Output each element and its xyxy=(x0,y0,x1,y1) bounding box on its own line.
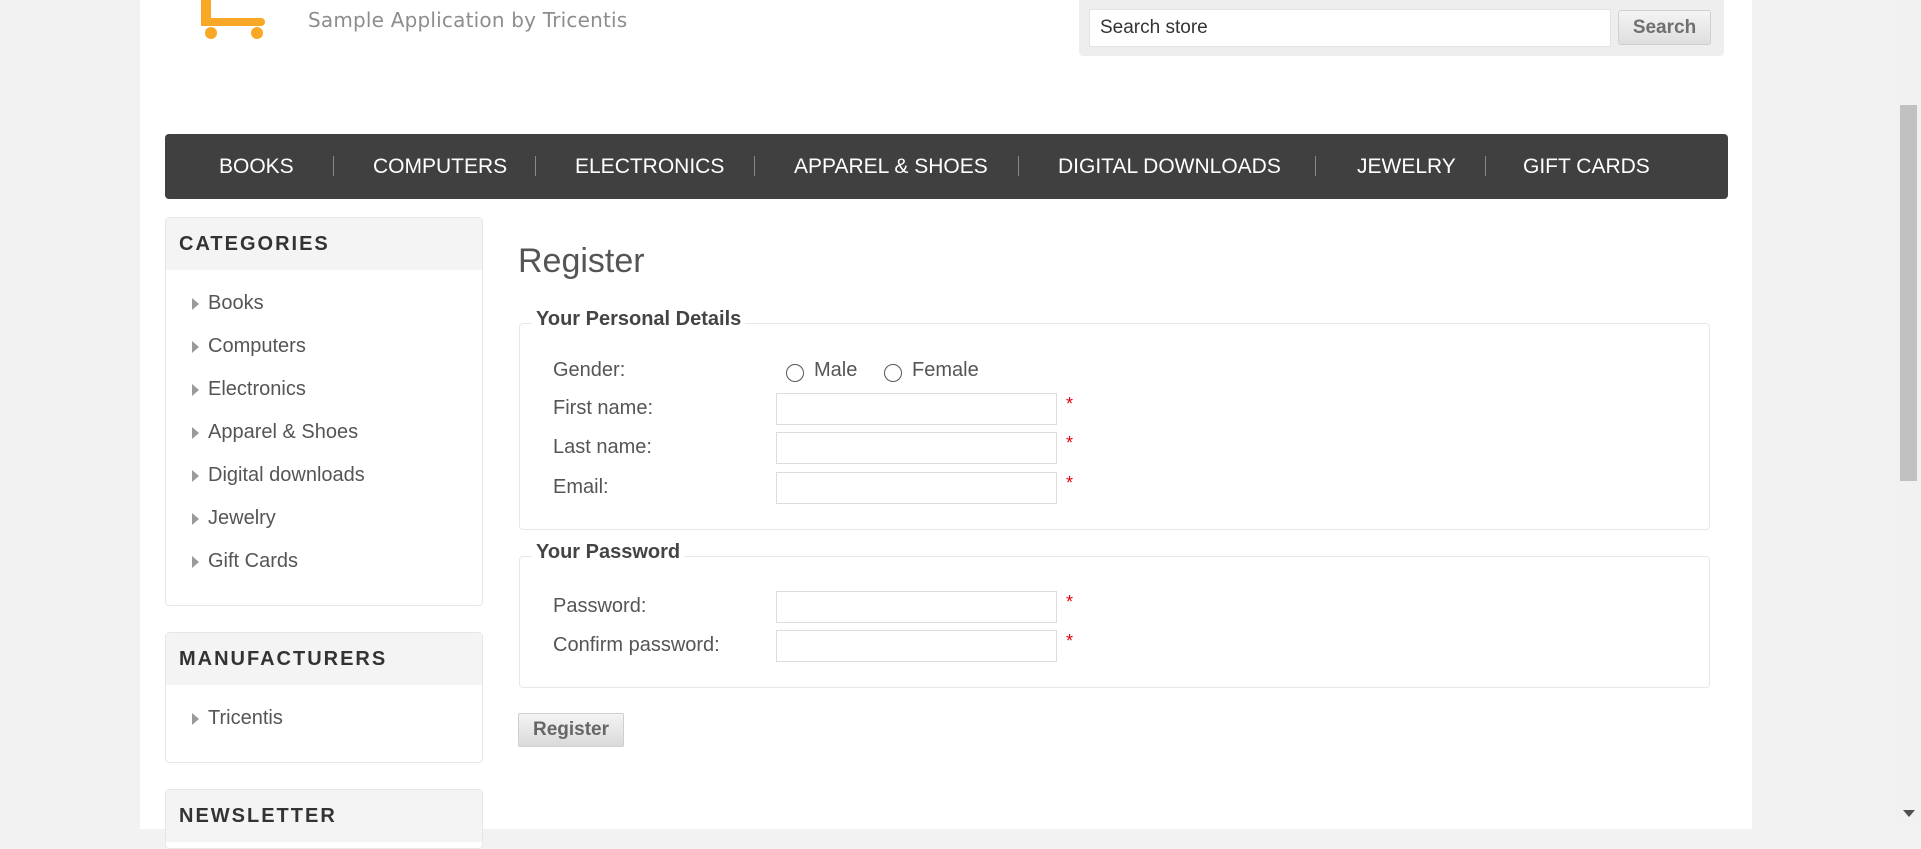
category-item-digital-downloads[interactable]: Digital downloads xyxy=(166,454,482,497)
category-item-apparel-shoes[interactable]: Apparel & Shoes xyxy=(166,411,482,454)
password-fieldset: Your Password Password: * Confirm passwo… xyxy=(519,541,1710,688)
manufacturers-block: MANUFACTURERS Tricentis xyxy=(165,632,483,763)
required-marker: * xyxy=(1066,473,1074,493)
required-marker: * xyxy=(1066,592,1074,612)
category-item-books[interactable]: Books xyxy=(166,282,482,325)
gender-label: Gender: xyxy=(553,359,626,381)
gender-female-radio[interactable] xyxy=(884,364,902,382)
password-legend: Your Password xyxy=(532,541,685,564)
top-menu-jewelry[interactable]: JEWELRY xyxy=(1357,155,1456,179)
categories-title: CATEGORIES xyxy=(166,218,482,270)
gender-male-label[interactable]: Male xyxy=(814,359,857,382)
required-marker: * xyxy=(1066,631,1074,651)
categories-list: Books Computers Electronics Apparel & Sh… xyxy=(166,270,482,583)
triangle-right-icon xyxy=(192,341,199,353)
top-menu-computers[interactable]: COMPUTERS xyxy=(373,155,507,179)
category-item-computers[interactable]: Computers xyxy=(166,325,482,368)
page-container: Sample Application by Tricentis Search s… xyxy=(140,0,1752,849)
logo-cart-icon[interactable] xyxy=(195,0,275,40)
triangle-right-icon xyxy=(192,470,199,482)
category-item-gift-cards[interactable]: Gift Cards xyxy=(166,540,482,583)
top-menu: BOOKS COMPUTERS ELECTRONICS APPAREL & SH… xyxy=(165,134,1728,199)
manufacturers-title: MANUFACTURERS xyxy=(166,633,482,685)
newsletter-block: NEWSLETTER xyxy=(165,789,483,849)
top-menu-gift-cards[interactable]: GIFT CARDS xyxy=(1523,155,1650,179)
triangle-right-icon xyxy=(192,384,199,396)
top-menu-books[interactable]: BOOKS xyxy=(219,155,294,179)
email-label: Email: xyxy=(553,476,609,498)
triangle-right-icon xyxy=(192,427,199,439)
gender-male-radio[interactable] xyxy=(786,364,804,382)
scrollbar-thumb[interactable] xyxy=(1900,105,1917,481)
last-name-label: Last name: xyxy=(553,436,652,458)
manufacturers-list: Tricentis xyxy=(166,685,482,740)
email-input[interactable] xyxy=(776,472,1057,504)
top-menu-apparel-shoes[interactable]: APPAREL & SHOES xyxy=(794,155,988,179)
categories-block: CATEGORIES Books Computers Electronics A… xyxy=(165,217,483,606)
page-scrollbar[interactable] xyxy=(1896,0,1921,829)
personal-details-legend: Your Personal Details xyxy=(532,308,746,331)
category-item-jewelry[interactable]: Jewelry xyxy=(166,497,482,540)
top-menu-electronics[interactable]: ELECTRONICS xyxy=(575,155,724,179)
logo-tagline: Sample Application by Tricentis xyxy=(308,8,628,32)
search-button[interactable]: Search xyxy=(1618,10,1711,45)
first-name-input[interactable] xyxy=(776,393,1057,425)
last-name-input[interactable] xyxy=(776,432,1057,464)
confirm-password-input[interactable] xyxy=(776,630,1057,662)
triangle-right-icon xyxy=(192,556,199,568)
search-input[interactable]: Search store xyxy=(1089,9,1611,47)
search-box: Search store Search xyxy=(1079,0,1724,56)
manufacturer-item-tricentis[interactable]: Tricentis xyxy=(166,697,482,740)
scroll-down-arrow-icon[interactable] xyxy=(1903,810,1915,817)
menu-separator xyxy=(535,156,536,176)
password-label: Password: xyxy=(553,595,647,617)
top-menu-digital-downloads[interactable]: DIGITAL DOWNLOADS xyxy=(1058,155,1281,179)
page-title: Register xyxy=(518,242,645,280)
required-marker: * xyxy=(1066,433,1074,453)
triangle-right-icon xyxy=(192,713,199,725)
register-button[interactable]: Register xyxy=(518,713,624,747)
gender-female-label[interactable]: Female xyxy=(912,359,979,382)
confirm-password-label: Confirm password: xyxy=(553,634,720,656)
triangle-right-icon xyxy=(192,513,199,525)
required-marker: * xyxy=(1066,394,1074,414)
first-name-label: First name: xyxy=(553,397,654,419)
menu-separator xyxy=(333,156,334,176)
password-input[interactable] xyxy=(776,591,1057,623)
menu-separator xyxy=(1315,156,1316,176)
personal-details-fieldset: Your Personal Details Gender: Male Femal… xyxy=(519,308,1710,530)
triangle-right-icon xyxy=(192,298,199,310)
menu-separator xyxy=(1485,156,1486,176)
menu-separator xyxy=(754,156,755,176)
newsletter-title: NEWSLETTER xyxy=(166,790,482,842)
menu-separator xyxy=(1018,156,1019,176)
category-item-electronics[interactable]: Electronics xyxy=(166,368,482,411)
